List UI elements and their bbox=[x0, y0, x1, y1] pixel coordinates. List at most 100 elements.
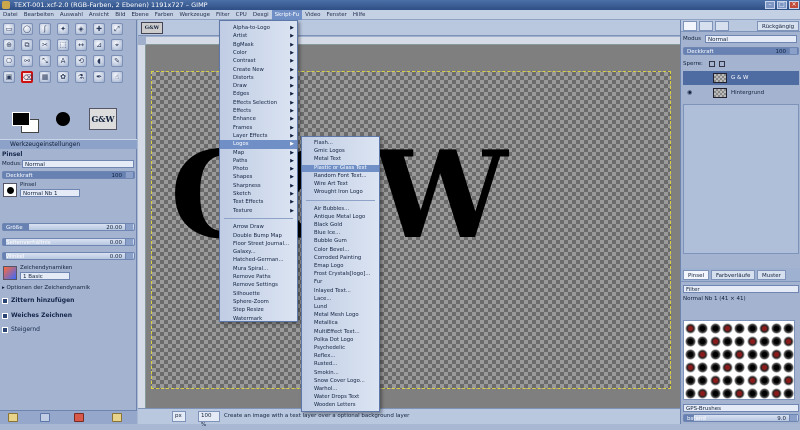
script-fu-item-frames[interactable]: Frames ▶ bbox=[220, 124, 297, 132]
brush-thumb[interactable] bbox=[734, 362, 746, 373]
brush-thumb[interactable] bbox=[721, 362, 733, 373]
script-fu-item-hatched-german[interactable]: Hatched-German... bbox=[220, 256, 297, 264]
clone-tool-icon[interactable]: ✒ bbox=[93, 71, 105, 83]
script-fu-item-photo[interactable]: Photo ▶ bbox=[220, 165, 297, 173]
script-fu-item-sketch[interactable]: Sketch ▶ bbox=[220, 190, 297, 198]
script-fu-item-silhouette[interactable]: Silhouette bbox=[220, 290, 297, 298]
script-fu-item-texture[interactable]: Texture ▶ bbox=[220, 207, 297, 215]
rect-select-tool-icon[interactable]: ▭ bbox=[3, 23, 15, 35]
menu-filter[interactable]: Filter bbox=[213, 10, 233, 20]
brush-thumb[interactable] bbox=[734, 375, 746, 386]
angle-spinner[interactable] bbox=[125, 253, 133, 259]
brush-thumb[interactable] bbox=[3, 183, 17, 197]
minimize-button[interactable]: – bbox=[765, 1, 775, 9]
brush-thumb[interactable] bbox=[758, 323, 770, 334]
size-spinner[interactable] bbox=[125, 224, 133, 230]
brush-thumb[interactable] bbox=[709, 336, 721, 347]
script-fu-item-sphere-zoom[interactable]: Sphere-Zoom bbox=[220, 298, 297, 306]
logos-item-smokin[interactable]: Smokin... bbox=[302, 370, 379, 378]
script-fu-item-create-new[interactable]: Create New ▶ bbox=[220, 66, 297, 74]
logos-item-reflex[interactable]: Reflex... bbox=[302, 353, 379, 361]
brush-thumb[interactable] bbox=[685, 323, 696, 334]
brush-thumb[interactable] bbox=[734, 349, 746, 360]
color-select-tool-icon[interactable]: ◈ bbox=[75, 23, 87, 35]
brush-thumb[interactable] bbox=[783, 349, 794, 360]
active-image-preview[interactable]: G&W bbox=[89, 108, 117, 130]
blend-tool-icon[interactable]: ✎ bbox=[111, 55, 123, 67]
script-fu-item-remove-paths[interactable]: Remove Paths bbox=[220, 273, 297, 281]
brush-thumb[interactable] bbox=[734, 323, 746, 334]
channels-tab-icon[interactable] bbox=[699, 21, 713, 31]
maximize-button[interactable]: □ bbox=[777, 1, 787, 9]
brush-thumb[interactable] bbox=[746, 362, 758, 373]
brush-thumb[interactable] bbox=[771, 336, 783, 347]
lock-pixels-checkbox[interactable] bbox=[709, 61, 715, 67]
lock-alpha-checkbox[interactable] bbox=[719, 61, 725, 67]
logos-item-antique-metal-logo[interactable]: Antique Metal Logo bbox=[302, 214, 379, 222]
brush-thumb[interactable] bbox=[697, 388, 709, 399]
brush-name-field[interactable]: Normal Nb 1 bbox=[20, 189, 80, 197]
brush-thumb[interactable] bbox=[758, 336, 770, 347]
pencil-tool-icon[interactable]: ▣ bbox=[3, 71, 15, 83]
logos-item-gmic-logos[interactable]: Gmic Logos bbox=[302, 148, 379, 156]
brush-thumb[interactable] bbox=[771, 388, 783, 399]
brush-grid[interactable] bbox=[683, 320, 795, 400]
script-fu-item-artist[interactable]: Artist ▶ bbox=[220, 32, 297, 40]
vertical-ruler[interactable] bbox=[138, 45, 146, 410]
smooth-stroke-checkbox[interactable] bbox=[2, 312, 8, 319]
script-fu-item-double-bump-map[interactable]: Double Bump Map bbox=[220, 232, 297, 240]
bucket-fill-tool-icon[interactable]: ◖ bbox=[93, 55, 105, 67]
script-fu-item-text-effects[interactable]: Text Effects ▶ bbox=[220, 198, 297, 206]
spacing-spinner[interactable] bbox=[789, 415, 797, 421]
flip-tool-icon[interactable]: ⟲ bbox=[75, 55, 87, 67]
script-fu-item-draw[interactable]: Draw ▶ bbox=[220, 82, 297, 90]
layer-name[interactable]: Hintergrund bbox=[731, 86, 764, 100]
airbrush-tool-icon[interactable]: ✿ bbox=[57, 71, 69, 83]
logos-item-emap-logo[interactable]: Emap Logo bbox=[302, 263, 379, 271]
brush-thumb[interactable] bbox=[697, 375, 709, 386]
text-tool-icon[interactable]: A bbox=[57, 55, 69, 67]
layer-opacity-slider[interactable]: Deckkraft 100 bbox=[683, 47, 799, 55]
menu-auswahl[interactable]: Auswahl bbox=[57, 10, 86, 20]
aspect-ratio-slider[interactable]: Seitenverhältnis 0.00 bbox=[2, 238, 135, 246]
logos-item-lund[interactable]: Lund bbox=[302, 304, 379, 312]
script-fu-item-arrow-draw[interactable]: Arrow Draw bbox=[220, 223, 297, 231]
crop-tool-icon[interactable]: ⬚ bbox=[57, 39, 69, 51]
script-fu-item-sharpness[interactable]: Sharpness ▶ bbox=[220, 182, 297, 190]
brush-thumb[interactable] bbox=[685, 362, 696, 373]
script-fu-item-remove-settings[interactable]: Remove Settings bbox=[220, 281, 297, 289]
ink-tool-icon[interactable]: ⚗ bbox=[75, 71, 87, 83]
free-select-tool-icon[interactable]: ʃ bbox=[39, 23, 51, 35]
logos-item-fur[interactable]: Fur bbox=[302, 279, 379, 287]
layer-row[interactable]: G & W bbox=[683, 71, 799, 85]
brush-thumb[interactable] bbox=[758, 349, 770, 360]
brush-thumb[interactable] bbox=[721, 323, 733, 334]
brush-thumb[interactable] bbox=[697, 323, 709, 334]
paintbrush-tool-icon[interactable]: ⌫ bbox=[21, 71, 33, 83]
brush-thumb[interactable] bbox=[758, 362, 770, 373]
paths-tab-icon[interactable] bbox=[715, 21, 729, 31]
brush-thumb[interactable] bbox=[721, 336, 733, 347]
brush-tag-field[interactable]: GPS-Brushes bbox=[683, 404, 799, 412]
brush-thumb[interactable] bbox=[746, 375, 758, 386]
brush-thumb[interactable] bbox=[783, 362, 794, 373]
brush-thumb[interactable] bbox=[685, 388, 696, 399]
layer-mode-dropdown[interactable]: Normal bbox=[705, 35, 797, 43]
menu-fenster[interactable]: Fenster bbox=[324, 10, 350, 20]
menu-datei[interactable]: Datei bbox=[0, 10, 21, 20]
logos-item-corroded-painting[interactable]: Corroded Painting bbox=[302, 255, 379, 263]
script-fu-item-effects[interactable]: Effects ▶ bbox=[220, 107, 297, 115]
logos-item-wooden-letters[interactable]: Wooden Letters bbox=[302, 402, 379, 410]
script-fu-item-paths[interactable]: Paths ▶ bbox=[220, 157, 297, 165]
logos-item-color-bevel[interactable]: Color Bevel... bbox=[302, 247, 379, 255]
logos-item-wrought-iron-logo[interactable]: Wrought Iron Logo bbox=[302, 189, 379, 197]
menu-bearbeiten[interactable]: Bearbeiten bbox=[21, 10, 57, 20]
brush-thumb[interactable] bbox=[734, 388, 746, 399]
brush-thumb[interactable] bbox=[697, 349, 709, 360]
jitter-checkbox[interactable] bbox=[2, 297, 8, 304]
brush-thumb[interactable] bbox=[746, 388, 758, 399]
logos-item-warhol[interactable]: Warhol... bbox=[302, 386, 379, 394]
menu-ebene[interactable]: Ebene bbox=[129, 10, 152, 20]
brush-thumb[interactable] bbox=[783, 323, 794, 334]
brush-thumb[interactable] bbox=[771, 323, 783, 334]
